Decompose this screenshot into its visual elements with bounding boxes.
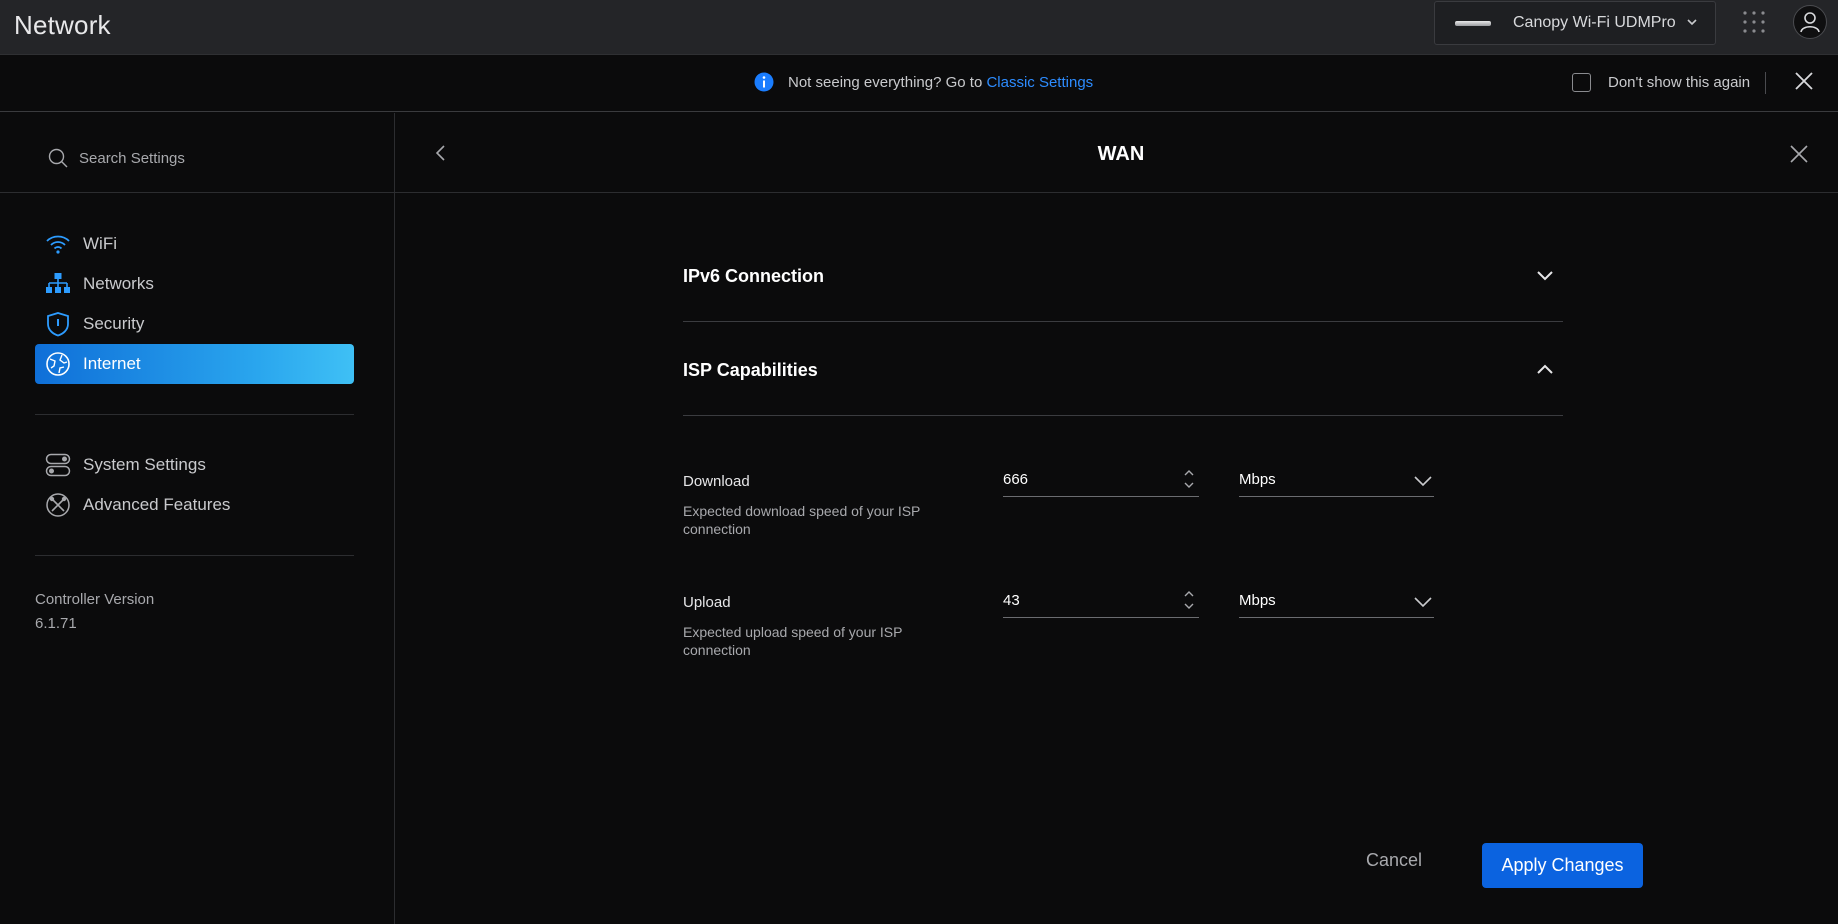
chevron-down-icon: [1687, 19, 1697, 26]
sidebar-item-label: System Settings: [83, 455, 206, 474]
user-avatar-icon[interactable]: [1793, 5, 1827, 39]
apps-grid-icon[interactable]: [1742, 10, 1766, 34]
sidebar-item-networks[interactable]: Networks: [35, 264, 354, 304]
sidebar-divider: [35, 414, 354, 415]
wifi-icon: [46, 235, 70, 254]
upload-description: Expected upload speed of your ISP connec…: [683, 624, 903, 658]
page-title: WAN: [1097, 143, 1145, 165]
search-row: [0, 113, 394, 193]
settings-sidebar: WiFi Networks Security Internet System S…: [0, 113, 395, 924]
sidebar-item-system-settings[interactable]: System Settings: [35, 445, 354, 485]
device-selector[interactable]: Canopy Wi-Fi UDMPro: [1434, 1, 1716, 45]
search-settings-input[interactable]: [79, 146, 359, 170]
dont-show-again-checkbox[interactable]: [1572, 73, 1591, 92]
close-icon[interactable]: [1794, 71, 1814, 91]
download-label: Download: [683, 473, 750, 490]
banner-divider: [1765, 72, 1766, 94]
sidebar-item-label: Internet: [83, 354, 141, 373]
download-unit-select[interactable]: Mbps: [1239, 465, 1434, 497]
controller-version-label: Controller Version: [35, 591, 155, 608]
banner-message: Not seeing everything? Go to Classic Set…: [788, 74, 1094, 91]
sidebar-divider: [35, 555, 354, 556]
sidebar-item-label: Networks: [83, 274, 154, 293]
download-speed-input[interactable]: [1003, 471, 1163, 488]
top-bar: Network Canopy Wi-Fi UDMPro: [0, 0, 1838, 55]
sidebar-item-wifi[interactable]: WiFi: [35, 224, 354, 264]
search-icon: [48, 148, 68, 168]
stepper-icon[interactable]: [1183, 589, 1195, 611]
chevron-up-icon: [1537, 364, 1553, 374]
close-icon[interactable]: [1790, 145, 1808, 163]
chevron-down-icon: [1414, 597, 1432, 608]
upload-speed-field[interactable]: [1003, 586, 1199, 618]
cancel-button[interactable]: Cancel: [1366, 850, 1422, 871]
globe-icon: [46, 352, 70, 376]
toggles-icon: [45, 453, 71, 477]
classic-settings-banner: Not seeing everything? Go to Classic Set…: [0, 55, 1838, 112]
upload-unit-value: Mbps: [1239, 592, 1276, 609]
sidebar-item-label: Security: [83, 314, 145, 333]
sidebar-item-security[interactable]: Security: [35, 304, 354, 344]
download-description: Expected download speed of your ISP conn…: [683, 503, 921, 537]
panel-header: WAN: [395, 113, 1838, 193]
device-image: [1455, 20, 1491, 26]
chevron-down-icon: [1414, 476, 1432, 487]
sidebar-item-label: WiFi: [83, 234, 117, 253]
sidebar-item-advanced-features[interactable]: Advanced Features: [35, 485, 354, 525]
device-name: Canopy Wi-Fi UDMPro: [1513, 14, 1676, 31]
shield-icon: [47, 312, 69, 337]
app-title: Network: [14, 10, 111, 40]
tools-icon: [46, 493, 70, 517]
stepper-icon[interactable]: [1183, 468, 1195, 490]
upload-speed-input[interactable]: [1003, 592, 1163, 609]
section-ipv6-connection[interactable]: IPv6 Connection: [683, 228, 1563, 322]
classic-settings-link[interactable]: Classic Settings: [986, 74, 1093, 91]
upload-unit-select[interactable]: Mbps: [1239, 586, 1434, 618]
chevron-down-icon: [1537, 271, 1553, 281]
sidebar-item-internet[interactable]: Internet: [35, 344, 354, 384]
section-title: IPv6 Connection: [683, 266, 825, 286]
dont-show-again-label: Don't show this again: [1608, 74, 1751, 91]
controller-version-value: 6.1.71: [35, 615, 77, 632]
download-speed-field[interactable]: [1003, 465, 1199, 497]
download-unit-value: Mbps: [1239, 471, 1276, 488]
sidebar-item-label: Advanced Features: [83, 495, 231, 514]
info-icon: [754, 72, 774, 92]
networks-icon: [46, 273, 70, 293]
section-title: ISP Capabilities: [683, 360, 818, 380]
section-isp-capabilities[interactable]: ISP Capabilities: [683, 322, 1563, 416]
upload-label: Upload: [683, 594, 731, 611]
apply-changes-button[interactable]: Apply Changes: [1482, 843, 1643, 888]
